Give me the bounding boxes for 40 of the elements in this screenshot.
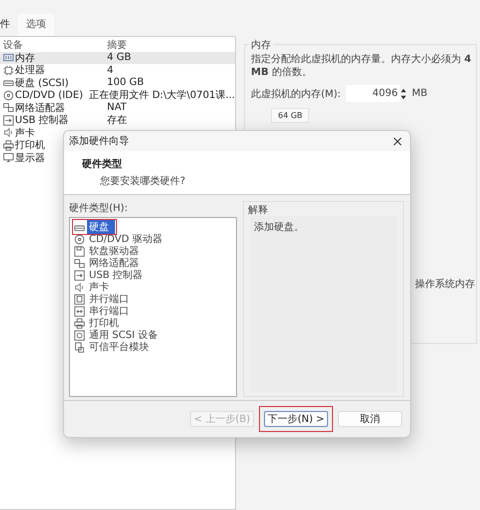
column-header: 摘要 bbox=[107, 38, 127, 52]
device-name: 硬盘 (SCSI) bbox=[15, 76, 69, 90]
hardware-label: 硬盘 bbox=[87, 220, 115, 234]
scale-label: 64 GB bbox=[271, 108, 310, 123]
device-name: 处理器 bbox=[15, 64, 45, 78]
list-label: 硬件类型(H): bbox=[69, 202, 129, 215]
device-name: 打印机 bbox=[15, 138, 45, 152]
device-summary: 100 GB bbox=[107, 77, 144, 88]
unit-label: MB bbox=[412, 88, 428, 99]
memory-note: 操作系统内存 bbox=[415, 278, 475, 291]
hardware-label: 软盘驱动器 bbox=[88, 245, 140, 258]
device-name: 声卡 bbox=[15, 126, 35, 140]
dialog-heading: 硬件类型 bbox=[82, 158, 123, 171]
device-name: USB 控制器 bbox=[15, 114, 69, 128]
column-header: 设备 bbox=[3, 39, 24, 52]
dialog-title: 添加硬件向导 bbox=[69, 134, 129, 148]
hardware-label: 可信平台模块 bbox=[88, 340, 150, 354]
group-title: 内存 bbox=[249, 38, 273, 52]
device-name: 内存 bbox=[15, 52, 35, 64]
device-summary: 正在使用文件 D:\大学\0701课... bbox=[89, 88, 235, 102]
device-summary: 4 GB bbox=[107, 52, 132, 64]
hardware-label: 串行端口 bbox=[88, 304, 130, 318]
memory-description: 指定分配给此虚拟机的内存量。内存大小必须为 4 MB 的倍数。 bbox=[251, 53, 472, 79]
device-summary: NAT bbox=[107, 102, 127, 114]
hardware-label: 并行端口 bbox=[88, 292, 130, 306]
hardware-label: CD/DVD 驱动器 bbox=[88, 233, 164, 246]
hardware-label: 声卡 bbox=[88, 280, 110, 294]
hardware-label: 打印机 bbox=[88, 316, 120, 330]
device-name: CD/DVD (IDE) bbox=[15, 90, 84, 101]
explanation-text: 添加硬盘。 bbox=[250, 216, 397, 392]
dialog-subheading: 您要安装哪类硬件? bbox=[99, 174, 186, 188]
device-summary: 存在 bbox=[107, 114, 127, 128]
hardware-label: 网络适配器 bbox=[88, 256, 140, 270]
device-summary: 4 bbox=[107, 64, 114, 76]
hardware-label: USB 控制器 bbox=[88, 268, 144, 282]
device-name: 网络适配器 bbox=[15, 102, 65, 114]
group-title: 解释 bbox=[248, 204, 268, 217]
hardware-label: 通用 SCSI 设备 bbox=[88, 328, 159, 342]
field-label: 此虚拟机的内存(M): bbox=[251, 88, 341, 100]
device-name: 显示器 bbox=[15, 152, 45, 165]
